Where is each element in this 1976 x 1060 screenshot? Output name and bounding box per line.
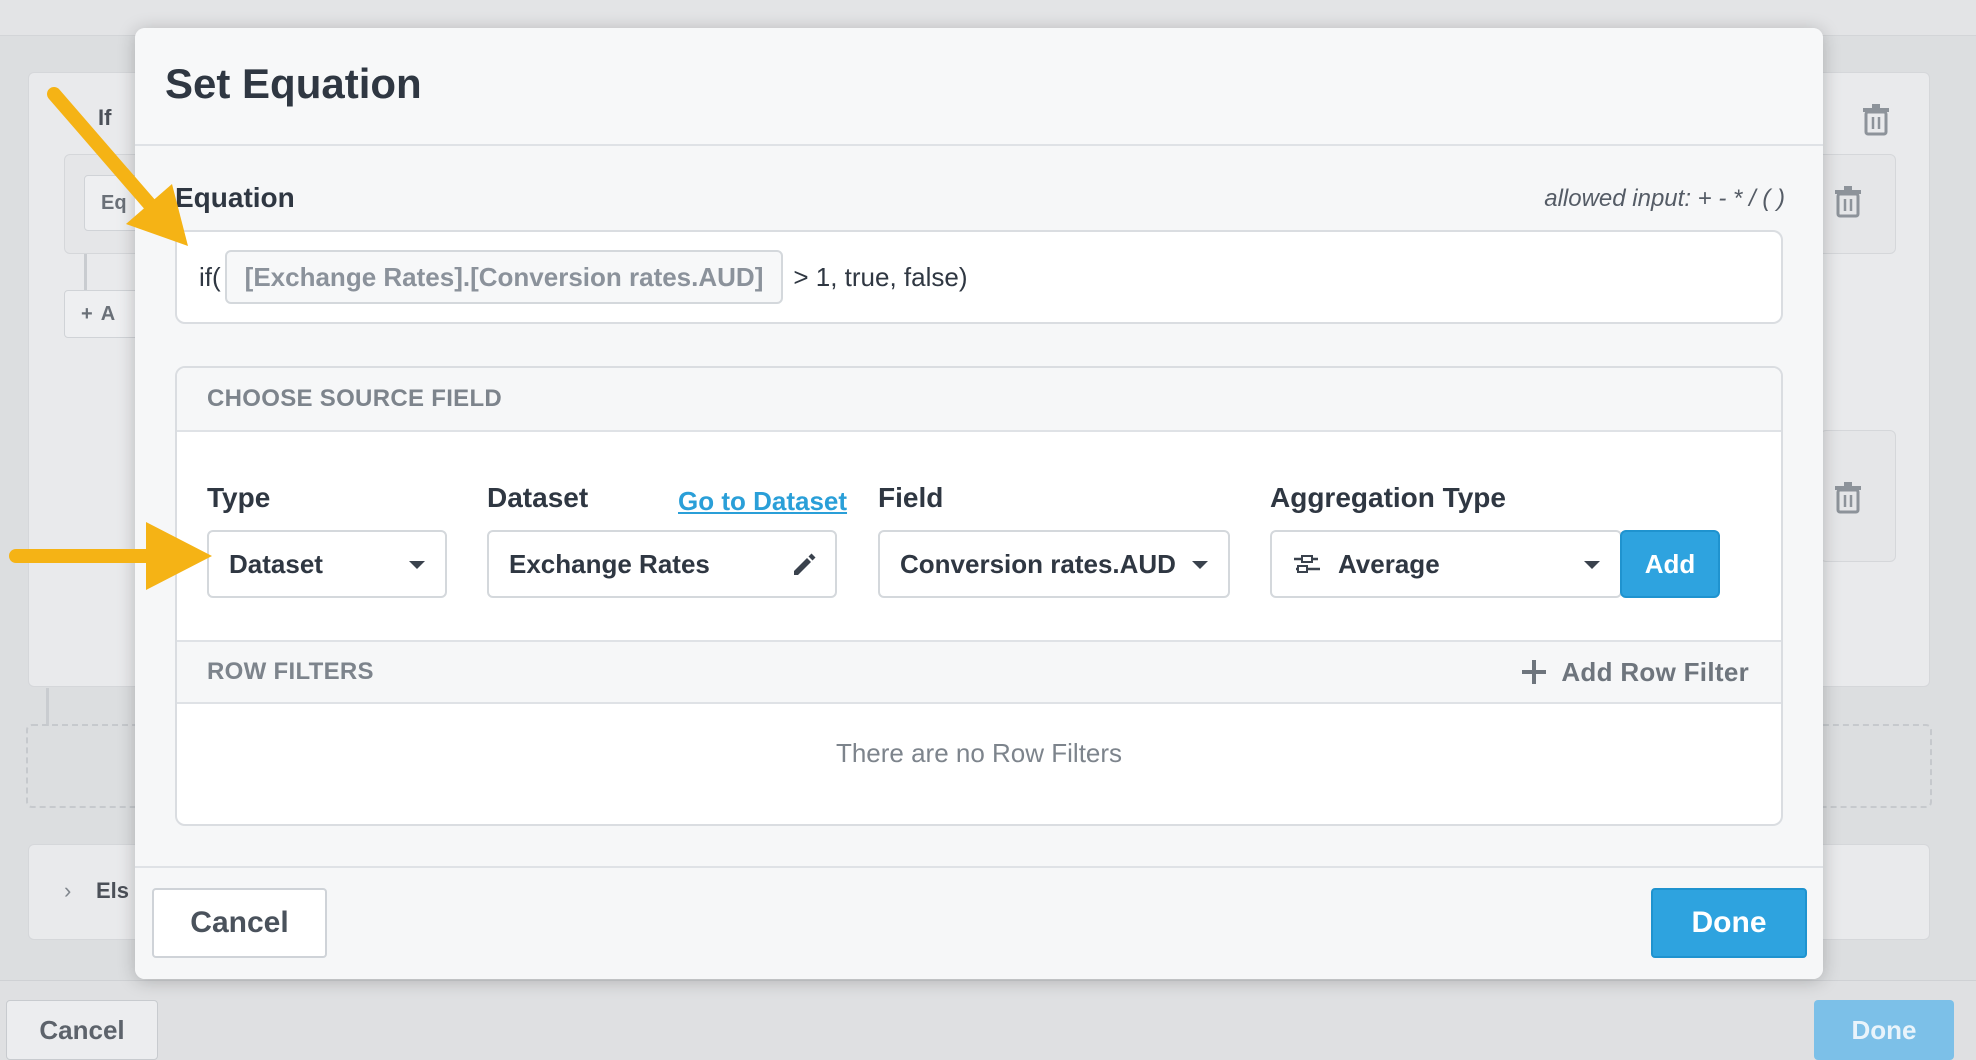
type-select[interactable]: Dataset — [207, 530, 447, 598]
aggregation-type-value: Average — [1338, 548, 1440, 579]
dataset-field[interactable]: Exchange Rates — [487, 530, 837, 598]
add-field-button[interactable]: Add — [1620, 530, 1720, 598]
no-row-filters-message: There are no Row Filters — [835, 738, 1123, 768]
set-equation-modal: Set Equation Equation allowed input: + -… — [135, 28, 1823, 979]
background-else-label: Els — [96, 878, 130, 903]
background-cancel-button: Cancel — [6, 1000, 158, 1060]
equation-field-token[interactable]: [Exchange Rates].[Conversion rates.AUD] — [224, 250, 784, 304]
pencil-icon[interactable] — [791, 551, 817, 577]
go-to-dataset-link[interactable]: Go to Dataset — [678, 486, 847, 517]
aggregation-type-label: Aggregation Type — [1270, 482, 1506, 513]
caret-down-icon — [1192, 561, 1208, 569]
modal-footer: Cancel Done — [135, 866, 1823, 979]
trash-icon — [1834, 482, 1862, 514]
plus-icon — [1522, 660, 1547, 684]
equation-prefix: if( — [199, 261, 221, 292]
type-select-value: Dataset — [229, 548, 323, 579]
field-select[interactable]: Conversion rates.AUD — [878, 530, 1230, 598]
background-done-button: Done — [1814, 1000, 1954, 1060]
aggregation-icon — [1294, 555, 1320, 573]
trash-icon — [1834, 186, 1862, 218]
modal-title: Set Equation — [165, 60, 422, 107]
dataset-label: Dataset — [487, 482, 589, 513]
caret-down-icon — [409, 561, 425, 569]
add-row-filter-button[interactable]: Add Row Filter — [1521, 657, 1749, 688]
field-select-value: Conversion rates.AUD — [900, 548, 1176, 579]
trash-icon — [1862, 104, 1890, 136]
choose-source-field-title: CHOOSE SOURCE FIELD — [207, 385, 503, 412]
dataset-field-value: Exchange Rates — [509, 548, 710, 579]
equation-hint: allowed input: + - * / ( ) — [1544, 185, 1785, 212]
field-label: Field — [878, 482, 944, 513]
arrow-annotation-icon — [47, 87, 188, 246]
row-filters-title: ROW FILTERS — [207, 658, 374, 685]
equation-suffix: > 1, true, false) — [793, 261, 968, 292]
equation-input[interactable]: if( [Exchange Rates].[Conversion rates.A… — [175, 230, 1783, 324]
done-button[interactable]: Done — [1651, 888, 1807, 958]
aggregation-type-select[interactable]: Average — [1270, 530, 1622, 598]
background-footer — [0, 980, 1976, 1060]
background-connector — [46, 688, 49, 726]
caret-down-icon — [1584, 561, 1600, 569]
choose-source-field-header: CHOOSE SOURCE FIELD — [177, 368, 1781, 432]
row-filters-header: ROW FILTERS Add Row Filter — [177, 640, 1781, 704]
type-label: Type — [207, 482, 271, 513]
chevron-right-icon: › — [64, 878, 72, 903]
background-connector — [84, 254, 87, 294]
modal-header: Set Equation — [135, 28, 1823, 146]
add-row-filter-label: Add Row Filter — [1561, 656, 1749, 687]
arrow-annotation-icon — [9, 522, 212, 590]
cancel-button[interactable]: Cancel — [152, 888, 327, 958]
